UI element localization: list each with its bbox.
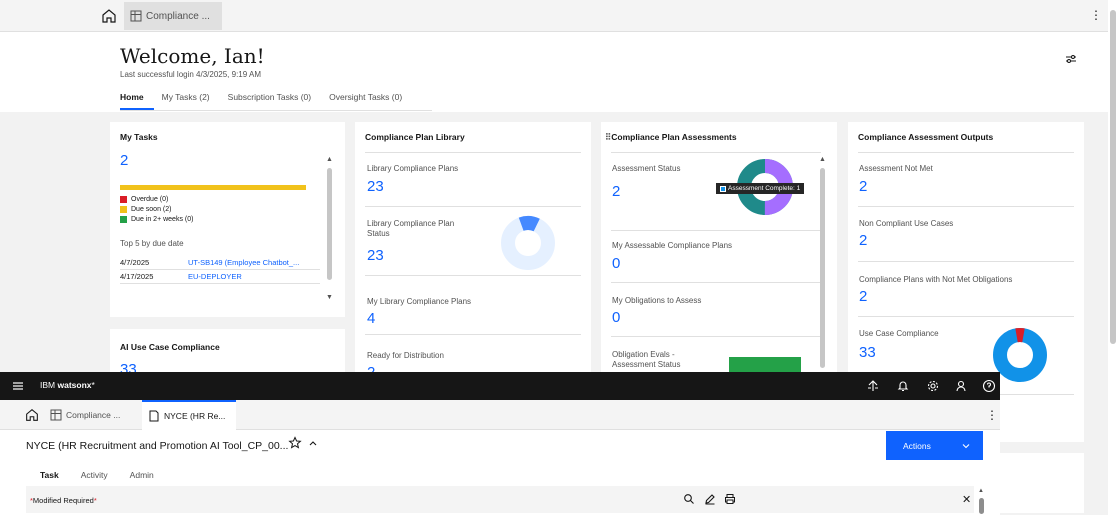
actions-label: Actions [903, 440, 931, 451]
user-icon[interactable] [954, 379, 968, 393]
background-tab-bar: Compliance ... ⋮ [0, 0, 1108, 32]
metric-label: Obligation Evals - Assessment Status [612, 350, 681, 369]
home-tabs: Home My Tasks (2) Subscription Tasks (0)… [120, 92, 432, 111]
page-title: NYCE (HR Recruitment and Promotion AI To… [26, 440, 289, 452]
product-name[interactable]: IBM watsonx* [40, 380, 95, 390]
task-window: IBM watsonx* Compliance ... NYCE (HR Re.… [0, 372, 1000, 515]
tab-compliance-background[interactable]: Compliance ... [124, 2, 222, 30]
metric-label: Use Case Compliance [859, 329, 939, 338]
metric-label: Assessment Not Met [859, 164, 933, 173]
metric-value[interactable]: 2 [859, 178, 867, 195]
print-icon[interactable] [724, 493, 736, 505]
tab-label: Compliance ... [146, 10, 210, 22]
window-tab-bar: Compliance ... NYCE (HR Re... ⋮ [0, 400, 1000, 430]
metric-value[interactable]: 2 [859, 288, 867, 305]
metric-value[interactable]: 2 [859, 232, 867, 249]
required-legend: *Modified Required* [30, 496, 97, 505]
metric-value[interactable]: 2 [612, 183, 620, 200]
my-tasks-card: My Tasks 2 Overdue (0) Due soon (2) Due … [110, 122, 345, 317]
star-icon[interactable] [288, 436, 302, 450]
scroll-down-icon[interactable]: ▼ [326, 294, 333, 301]
tab-compliance[interactable]: Compliance ... [44, 400, 140, 430]
scroll-up-icon[interactable]: ▲ [978, 488, 984, 494]
chevron-down-icon [961, 441, 971, 451]
assessments-card: ⠿Compliance Plan Assessments Assessment … [601, 122, 837, 392]
legend-overdue: Overdue (0) [120, 196, 168, 203]
metric-label: My Obligations to Assess [612, 296, 702, 305]
form-toolbar [26, 486, 974, 513]
settings-adjust-icon[interactable] [1064, 52, 1078, 66]
tab-admin[interactable]: Admin [116, 466, 162, 488]
metric-label: Non Compliant Use Cases [859, 219, 954, 228]
scroll-up-icon[interactable]: ▲ [819, 156, 826, 163]
actions-button[interactable]: Actions [886, 431, 983, 460]
welcome-header: Welcome, Ian! Last successful login 4/3/… [0, 32, 1108, 112]
metric-value[interactable]: 23 [367, 247, 384, 264]
task-tabs: Task Activity Admin [26, 466, 162, 488]
tab-my-tasks[interactable]: My Tasks (2) [162, 92, 220, 110]
metric-value[interactable]: 4 [367, 310, 375, 327]
tasks-progress-bar [120, 185, 306, 190]
top-nav-bar: IBM watsonx* [0, 372, 1000, 400]
metric-label: Compliance Plans with Not Met Obligation… [859, 275, 1013, 284]
overflow-menu-icon[interactable]: ⋮ [1090, 8, 1102, 22]
table-row[interactable]: 4/7/2025 UT-SB149 (Employee Chatbot_... [120, 256, 320, 270]
metric-label: Ready for Distribution [367, 351, 444, 360]
table-icon [130, 10, 142, 22]
scroll-up-icon[interactable]: ▲ [326, 156, 333, 163]
metric-label: Library Compliance Plan Status [367, 219, 455, 238]
close-icon[interactable]: ✕ [962, 493, 971, 506]
table-icon [50, 409, 62, 421]
metric-label: Library Compliance Plans [367, 164, 459, 173]
library-card: Compliance Plan Library Library Complian… [355, 122, 591, 392]
card-title: AI Use Case Compliance [120, 342, 220, 352]
scrollbar[interactable] [979, 498, 984, 514]
card-title: Compliance Plan Library [365, 132, 465, 142]
table-row[interactable]: 4/17/2025 EU-DEPLOYER [120, 270, 320, 284]
menu-icon[interactable] [12, 380, 24, 392]
my-tasks-count[interactable]: 2 [120, 152, 128, 169]
card-title: ⠿Compliance Plan Assessments [605, 132, 737, 142]
metric-value[interactable]: 0 [612, 255, 620, 272]
tab-oversight-tasks[interactable]: Oversight Tasks (0) [329, 92, 412, 110]
tab-task[interactable]: Task [26, 466, 67, 488]
scrollbar[interactable] [327, 168, 332, 280]
metric-label: Assessment Status [612, 164, 681, 173]
help-icon[interactable] [982, 379, 996, 393]
home-icon[interactable] [24, 407, 40, 423]
legend-due-soon: Due soon (2) [120, 206, 171, 213]
legend-due-later: Due in 2+ weeks (0) [120, 216, 193, 223]
scrollbar[interactable] [820, 168, 825, 368]
launch-icon[interactable] [866, 379, 880, 393]
card-title: My Tasks [120, 132, 158, 142]
metric-value[interactable]: 23 [367, 178, 384, 195]
tab-home[interactable]: Home [120, 92, 154, 110]
library-status-donut[interactable] [500, 215, 556, 271]
tab-activity[interactable]: Activity [67, 466, 116, 488]
top5-label: Top 5 by due date [120, 239, 184, 248]
search-icon[interactable] [683, 493, 695, 505]
document-icon [148, 410, 160, 422]
edit-icon[interactable] [704, 493, 716, 505]
tab-nyce[interactable]: NYCE (HR Re... [142, 400, 236, 430]
metric-value[interactable]: 33 [859, 344, 876, 361]
notification-icon[interactable] [896, 379, 910, 393]
last-login-text: Last successful login 4/3/2025, 9:19 AM [120, 70, 261, 79]
card-title: Compliance Assessment Outputs [858, 132, 994, 142]
chevron-up-icon[interactable] [307, 437, 319, 449]
overflow-menu-icon[interactable]: ⋮ [986, 408, 998, 422]
tab-subscription-tasks[interactable]: Subscription Tasks (0) [228, 92, 321, 110]
welcome-title: Welcome, Ian! [120, 44, 265, 68]
home-icon[interactable] [100, 7, 118, 25]
settings-icon[interactable] [926, 379, 940, 393]
chart-tooltip: Assessment Complete: 1 [716, 183, 805, 194]
page-scrollbar[interactable] [1110, 10, 1116, 344]
metric-label: My Assessable Compliance Plans [612, 241, 733, 250]
metric-label: My Library Compliance Plans [367, 297, 472, 306]
metric-value[interactable]: 0 [612, 309, 620, 326]
